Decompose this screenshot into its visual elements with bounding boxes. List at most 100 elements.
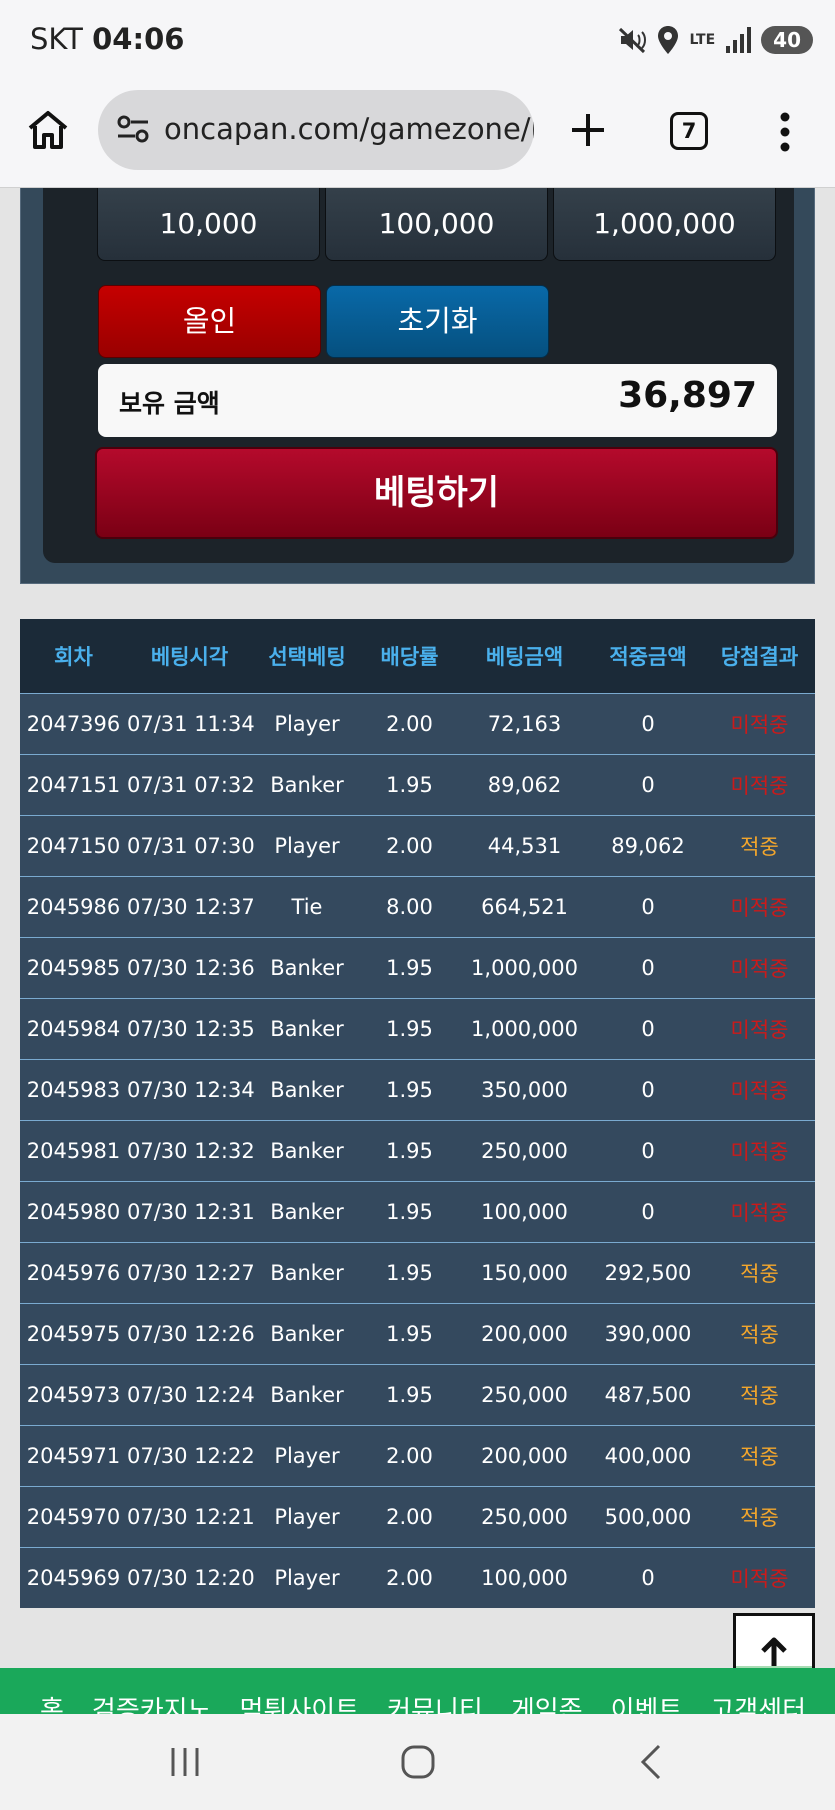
cell-win-amount: 292,500 xyxy=(592,1241,704,1303)
table-row: 2045981 07/30 12:32 Banker 1.95 250,000 0 미적중 xyxy=(20,1119,815,1181)
cell-round: 2045969 xyxy=(20,1546,127,1608)
cell-selection: Banker xyxy=(252,1180,362,1242)
col-header-result: 당첨결과 xyxy=(704,619,815,693)
chip-10000-button[interactable]: 10,000 xyxy=(97,188,320,261)
cell-odds: 1.95 xyxy=(362,997,457,1059)
cell-selection: Player xyxy=(252,1424,362,1486)
url-text[interactable]: oncapan.com/gamezone/ba xyxy=(164,112,534,146)
cell-bet-amount: 250,000 xyxy=(457,1485,592,1547)
cell-bet-time: 07/30 12:27 xyxy=(127,1241,255,1303)
cell-bet-time: 07/30 12:35 xyxy=(127,997,255,1059)
cell-odds: 2.00 xyxy=(362,1424,457,1486)
more-options-icon[interactable] xyxy=(770,110,800,154)
footer-nav-item[interactable]: 홈 xyxy=(40,1690,64,1714)
cell-odds: 1.95 xyxy=(362,1180,457,1242)
cell-bet-amount: 100,000 xyxy=(457,1180,592,1242)
cell-selection: Banker xyxy=(252,1241,362,1303)
cell-result: 적중 xyxy=(704,1485,815,1547)
cell-round: 2047150 xyxy=(20,814,127,876)
col-header-odds: 배당률 xyxy=(362,619,457,693)
footer-nav-item[interactable]: 고객센터 xyxy=(710,1690,806,1714)
all-in-button[interactable]: 올인 xyxy=(98,285,321,358)
tab-switcher-button[interactable]: 7 xyxy=(670,112,708,150)
recent-apps-icon[interactable] xyxy=(165,1742,205,1782)
table-row: 2045971 07/30 12:22 Player 2.00 200,000 400,0… xyxy=(20,1424,815,1486)
reset-button[interactable]: 초기화 xyxy=(326,285,549,358)
balance-value: 36,897 xyxy=(618,375,757,416)
footer-nav-item[interactable]: 검증카지노 xyxy=(92,1690,212,1714)
footer-nav-item[interactable]: 게임존 xyxy=(511,1690,583,1714)
chip-100000-button[interactable]: 100,000 xyxy=(325,188,548,261)
cell-bet-amount: 100,000 xyxy=(457,1546,592,1608)
cell-round: 2045976 xyxy=(20,1241,127,1303)
battery-indicator: 40 xyxy=(761,26,813,54)
cell-result: 미적중 xyxy=(704,1119,815,1181)
footer-nav-item[interactable]: 먹튀사이트 xyxy=(240,1690,360,1714)
cell-bet-time: 07/30 12:20 xyxy=(127,1546,255,1608)
cell-result: 미적중 xyxy=(704,753,815,815)
cell-selection: Tie xyxy=(252,875,362,937)
cell-round: 2045985 xyxy=(20,936,127,998)
table-row: 2045975 07/30 12:26 Banker 1.95 200,000 390,0… xyxy=(20,1302,815,1364)
footer-nav-items: 홈 검증카지노 먹튀사이트 커뮤니티 게임존 이벤트 고객센터 xyxy=(40,1690,806,1714)
cell-bet-time: 07/30 12:24 xyxy=(127,1363,255,1425)
cell-selection: Banker xyxy=(252,753,362,815)
table-row: 2045973 07/30 12:24 Banker 1.95 250,000 487,5… xyxy=(20,1363,815,1425)
footer-nav-item[interactable]: 커뮤니티 xyxy=(387,1690,483,1714)
cell-win-amount: 500,000 xyxy=(592,1485,704,1547)
table-row: 2045970 07/30 12:21 Player 2.00 250,000 500,0… xyxy=(20,1485,815,1547)
table-row: 2045980 07/30 12:31 Banker 1.95 100,000 0 미적중 xyxy=(20,1180,815,1242)
cell-odds: 2.00 xyxy=(362,1546,457,1608)
cell-round: 2045984 xyxy=(20,997,127,1059)
mute-vibrate-icon xyxy=(619,27,647,54)
cell-round: 2047396 xyxy=(20,692,127,754)
cell-bet-amount: 350,000 xyxy=(457,1058,592,1120)
cell-round: 2045971 xyxy=(20,1424,127,1486)
cell-result: 적중 xyxy=(704,814,815,876)
cell-odds: 1.95 xyxy=(362,1241,457,1303)
cell-bet-time: 07/30 12:21 xyxy=(127,1485,255,1547)
cell-bet-amount: 250,000 xyxy=(457,1119,592,1181)
cell-bet-amount: 72,163 xyxy=(457,692,592,754)
cell-win-amount: 0 xyxy=(592,1058,704,1120)
cell-result: 적중 xyxy=(704,1241,815,1303)
home-nav-icon[interactable] xyxy=(398,1742,438,1782)
cell-odds: 2.00 xyxy=(362,692,457,754)
bet-history-table: 회차 베팅시각 선택베팅 배당률 베팅금액 적중금액 당첨결과 2047396 0… xyxy=(20,619,815,1608)
footer-nav-item[interactable]: 이벤트 xyxy=(611,1690,683,1714)
cell-bet-time: 07/30 12:37 xyxy=(127,875,255,937)
network-type-label: LTE xyxy=(689,32,716,48)
cell-odds: 2.00 xyxy=(362,1485,457,1547)
cell-odds: 1.95 xyxy=(362,1119,457,1181)
cell-selection: Player xyxy=(252,814,362,876)
address-bar[interactable]: oncapan.com/gamezone/ba xyxy=(98,90,534,170)
col-header-bet-amount: 베팅금액 xyxy=(457,619,592,693)
balance-box: 보유 금액 36,897 xyxy=(98,364,777,437)
cell-round: 2047151 xyxy=(20,753,127,815)
place-bet-button[interactable]: 베팅하기 xyxy=(95,447,778,539)
cell-selection: Banker xyxy=(252,936,362,998)
cell-bet-time: 07/31 11:34 xyxy=(127,692,255,754)
new-tab-icon[interactable] xyxy=(566,108,610,152)
cell-win-amount: 89,062 xyxy=(592,814,704,876)
back-icon[interactable] xyxy=(632,1742,672,1782)
home-icon[interactable] xyxy=(26,108,70,152)
carrier-label: SKT xyxy=(30,22,83,56)
table-row: 2045985 07/30 12:36 Banker 1.95 1,000,000 0 미적… xyxy=(20,936,815,998)
chip-1000000-button[interactable]: 1,000,000 xyxy=(553,188,776,261)
cell-odds: 1.95 xyxy=(362,936,457,998)
table-row: 2047151 07/31 07:32 Banker 1.95 89,062 0 미적중 xyxy=(20,753,815,815)
cell-bet-amount: 250,000 xyxy=(457,1363,592,1425)
cell-win-amount: 390,000 xyxy=(592,1302,704,1364)
cell-bet-time: 07/30 12:22 xyxy=(127,1424,255,1486)
cell-result: 미적중 xyxy=(704,692,815,754)
site-settings-icon[interactable] xyxy=(116,112,150,146)
cell-odds: 2.00 xyxy=(362,814,457,876)
table-row: 2047396 07/31 11:34 Player 2.00 72,163 0 미적중 xyxy=(20,692,815,754)
cell-odds: 1.95 xyxy=(362,1363,457,1425)
cell-result: 미적중 xyxy=(704,1180,815,1242)
balance-label: 보유 금액 xyxy=(119,389,220,418)
col-header-round: 회차 xyxy=(20,619,127,693)
signal-icon xyxy=(726,27,752,53)
col-header-bet-time: 베팅시각 xyxy=(127,619,252,693)
